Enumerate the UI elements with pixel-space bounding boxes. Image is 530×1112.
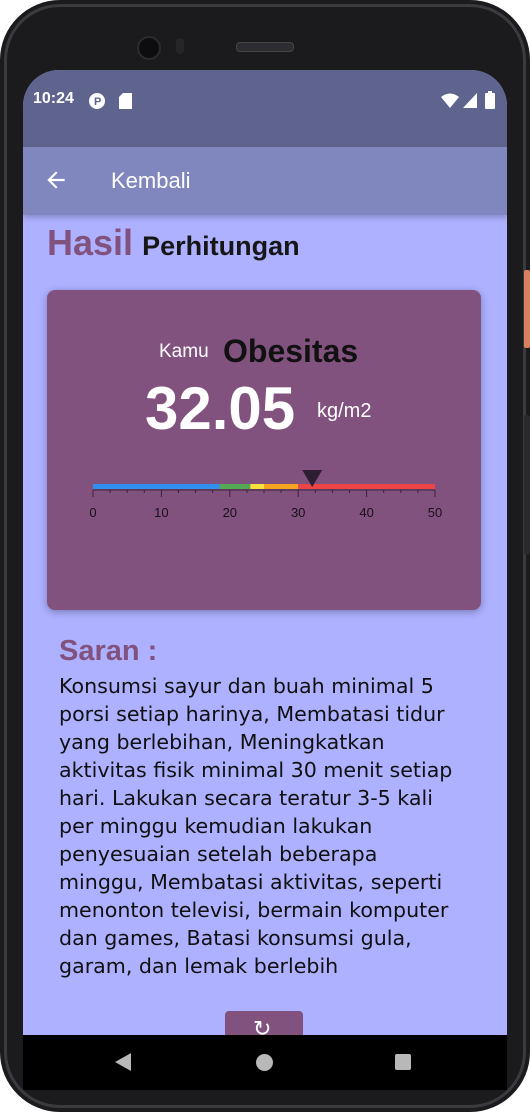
result-card: Kamu Obesitas 32.05 kg/m2 0 10 20 30 40 50	[47, 290, 481, 610]
sd-card-icon	[119, 93, 132, 109]
saran-line: aktivitas fisik minimal 30 menit setiap	[59, 758, 453, 782]
result-prefix: Kamu	[159, 341, 209, 362]
battery-icon	[485, 91, 495, 109]
gauge-segment	[298, 484, 435, 489]
saran-line: hari. Lakukan secara teratur 3-5 kali	[59, 786, 433, 810]
refresh-icon: ↻	[253, 1017, 272, 1035]
gauge-segment	[264, 484, 299, 489]
page-title: Hasil Perhitungan	[47, 222, 300, 264]
saran-line: dan games, Batasi konsumsi gula,	[59, 926, 412, 950]
status-bar: 10:24 P	[23, 70, 507, 147]
earpiece-speaker	[236, 42, 294, 52]
saran-line: menonton televisi, bermain komputer	[59, 898, 449, 922]
app-bar-title[interactable]: Kembali	[111, 168, 190, 194]
nav-back-icon[interactable]	[115, 1053, 131, 1071]
app-bar: Kembali	[23, 147, 507, 215]
bmi-unit: kg/m2	[317, 400, 372, 422]
saran-text: Konsumsi sayur dan buah minimal 5 porsi s…	[59, 672, 479, 980]
wifi-icon	[441, 93, 459, 108]
nav-home-icon[interactable]	[256, 1054, 273, 1071]
saran-line: per minggu kemudian lakukan	[59, 814, 373, 838]
svg-text:P: P	[94, 96, 101, 108]
title-hasil: Hasil	[47, 222, 134, 263]
back-arrow-icon[interactable]	[43, 167, 69, 193]
screen: 10:24 P Kembali Hasil Perhitungan Kamu O…	[23, 70, 507, 1035]
gauge-segment	[250, 484, 264, 489]
gauge-tick-label: 40	[359, 505, 373, 520]
title-perhitungan: Perhitungan	[142, 231, 300, 261]
gauge-tick-label: 0	[89, 505, 96, 520]
bmi-value: 32.05	[145, 375, 296, 442]
nav-recent-icon[interactable]	[395, 1054, 411, 1070]
signal-icon	[463, 93, 477, 108]
status-time: 10:24	[33, 90, 74, 107]
saran-line: yang berlebihan, Meningkatkan	[59, 730, 385, 754]
saran-line: porsi setiap harinya, Membatasi tidur	[59, 702, 445, 726]
saran-line: Konsumsi sayur dan buah minimal 5	[59, 674, 434, 698]
gauge-tick-label: 30	[291, 505, 305, 520]
front-camera	[137, 36, 161, 60]
saran-line: garam, dan lemak berlebih	[59, 954, 339, 978]
power-button	[524, 270, 530, 348]
reset-button[interactable]: ↻	[225, 1011, 303, 1035]
notification-p-icon: P	[89, 93, 105, 109]
phone-frame: 10:24 P Kembali Hasil Perhitungan Kamu O…	[0, 0, 530, 1112]
gauge-segment	[219, 484, 251, 489]
gauge-tick-label: 50	[428, 505, 442, 520]
system-nav-bar	[23, 1035, 507, 1090]
saran-title: Saran :	[59, 635, 158, 667]
bmi-gauge: 0 10 20 30 40 50	[89, 470, 442, 520]
sensor	[176, 38, 184, 54]
gauge-tick-label: 10	[154, 505, 168, 520]
volume-button	[524, 415, 530, 555]
gauge-tick-label: 20	[223, 505, 237, 520]
saran-line: penyesuaian setelah beberapa	[59, 842, 378, 866]
gauge-segment	[93, 484, 220, 489]
saran-line: minggu, Membatasi aktivitas, seperti	[59, 870, 443, 894]
result-category: Obesitas	[223, 333, 359, 369]
